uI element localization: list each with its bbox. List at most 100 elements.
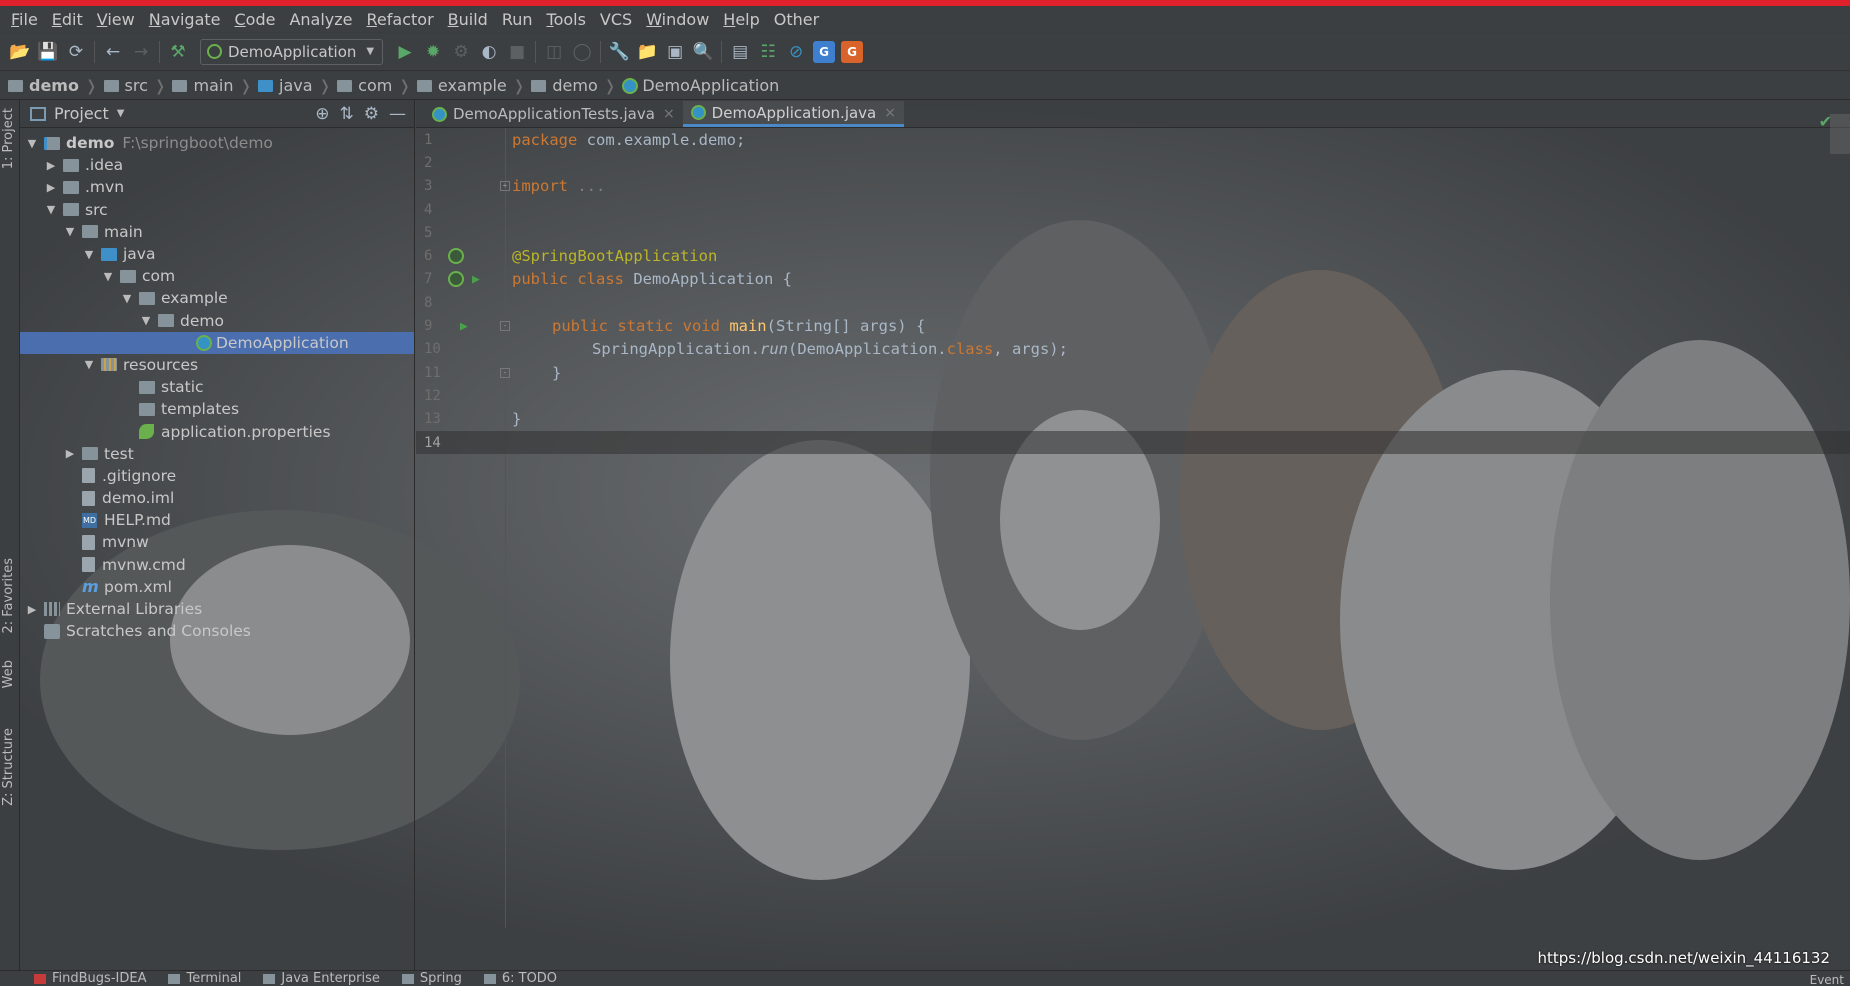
- tree-item[interactable]: static: [20, 376, 414, 398]
- hide-panel-icon[interactable]: —: [389, 104, 406, 124]
- attach-debugger-icon[interactable]: ◫: [540, 38, 568, 66]
- code-line[interactable]: 1 package com.example.demo;: [416, 128, 1850, 151]
- run-icon[interactable]: ▶: [391, 38, 419, 66]
- debug-icon[interactable]: ✹: [419, 38, 447, 66]
- code-line[interactable]: 11 -}: [416, 361, 1850, 384]
- code-area[interactable]: 1 package com.example.demo; 2 3 + import ... 4…: [416, 128, 1850, 455]
- code-line[interactable]: 13}: [416, 408, 1850, 431]
- tree-item[interactable]: MD HELP.md: [20, 509, 414, 531]
- code-line[interactable]: 8: [416, 291, 1850, 314]
- statistic-icon[interactable]: ☷: [754, 38, 782, 66]
- tree-item[interactable]: ▼ main: [20, 221, 414, 243]
- menu-item-file[interactable]: File: [4, 10, 45, 29]
- menu-item-build[interactable]: Build: [441, 10, 495, 29]
- menu-item-edit[interactable]: Edit: [45, 10, 90, 29]
- code-line[interactable]: 5: [416, 221, 1850, 244]
- code-line[interactable]: 14: [416, 430, 1850, 455]
- tree-item[interactable]: ▼ demo F:\springboot\demo: [20, 132, 414, 154]
- expanded-arrow-icon[interactable]: ▼: [81, 358, 97, 371]
- menu-item-analyze[interactable]: Analyze: [282, 10, 359, 29]
- run-gutter-icon[interactable]: ▶: [472, 272, 480, 287]
- menu-item-help[interactable]: Help: [716, 10, 766, 29]
- event-log-tab[interactable]: Event: [1810, 973, 1844, 986]
- project-structure-icon[interactable]: 📁: [633, 38, 661, 66]
- breadcrumb-item[interactable]: DemoApplication: [622, 76, 779, 95]
- no-entry-icon[interactable]: ⊘: [782, 38, 810, 66]
- close-icon[interactable]: ×: [884, 105, 896, 121]
- tree-item[interactable]: ▶ test: [20, 443, 414, 465]
- code-line[interactable]: 3 + import ...: [416, 175, 1850, 198]
- spring-bean-gutter-icon[interactable]: [448, 248, 464, 265]
- code-line[interactable]: 10 SpringApplication.run(DemoApplication.…: [416, 338, 1850, 361]
- tree-item[interactable]: Scratches and Consoles: [20, 620, 414, 642]
- tree-item[interactable]: templates: [20, 398, 414, 420]
- tree-item[interactable]: ▶ External Libraries: [20, 598, 414, 620]
- run-config-selector[interactable]: DemoApplication ▼: [200, 38, 384, 65]
- tree-item[interactable]: ▼ src: [20, 199, 414, 221]
- breadcrumb-item[interactable]: src: [103, 76, 148, 95]
- update-running-app-icon[interactable]: ◯: [568, 38, 596, 66]
- project-tool-tab[interactable]: 1: Project: [1, 108, 16, 169]
- menu-item-tools[interactable]: Tools: [540, 10, 593, 29]
- tree-item[interactable]: mvnw: [20, 531, 414, 553]
- tree-item[interactable]: ▼ example: [20, 287, 414, 309]
- expanded-arrow-icon[interactable]: ▼: [100, 270, 116, 283]
- open-folder-icon[interactable]: 📂: [6, 38, 34, 66]
- translate-replace-icon[interactable]: G: [841, 40, 864, 63]
- save-all-icon[interactable]: 💾: [34, 38, 62, 66]
- tree-item[interactable]: .gitignore: [20, 465, 414, 487]
- menu-item-navigate[interactable]: Navigate: [142, 10, 228, 29]
- expanded-arrow-icon[interactable]: ▼: [138, 314, 154, 327]
- structure-tool-tab[interactable]: Z: Structure: [1, 728, 16, 806]
- bottom-tool-tab[interactable]: FindBugs-IDEA: [34, 971, 146, 986]
- run-with-coverage-icon[interactable]: ⚙: [447, 38, 475, 66]
- close-icon[interactable]: ×: [663, 106, 675, 122]
- code-line[interactable]: 2: [416, 151, 1850, 174]
- collapsed-arrow-icon[interactable]: ▶: [62, 447, 78, 460]
- expanded-arrow-icon[interactable]: ▼: [119, 292, 135, 305]
- collapsed-arrow-icon[interactable]: ▶: [43, 181, 59, 194]
- expanded-arrow-icon[interactable]: ▼: [81, 248, 97, 261]
- chevron-down-icon[interactable]: ▼: [117, 108, 125, 119]
- spring-bean-gutter-icon[interactable]: [448, 271, 464, 288]
- bottom-tool-tab[interactable]: 6: TODO: [483, 971, 557, 986]
- breadcrumb-item[interactable]: main: [172, 76, 233, 95]
- code-line[interactable]: 9 ▶ - public static void main(String[] args…: [416, 314, 1850, 337]
- code-line[interactable]: 6 @SpringBootApplication: [416, 244, 1850, 267]
- code-line[interactable]: 4: [416, 198, 1850, 221]
- locate-target-icon[interactable]: ⊕: [315, 104, 329, 124]
- fold-marker-icon[interactable]: -: [500, 321, 510, 332]
- breadcrumb-item[interactable]: demo: [8, 76, 79, 95]
- collapsed-arrow-icon[interactable]: ▶: [24, 603, 40, 616]
- search-icon[interactable]: 🔍: [689, 38, 717, 66]
- run-gutter-icon[interactable]: ▶: [460, 319, 468, 334]
- fold-marker-icon[interactable]: -: [500, 367, 510, 378]
- collapse-all-icon[interactable]: ⇅: [340, 104, 354, 124]
- bottom-tool-tab[interactable]: Spring: [401, 971, 462, 986]
- tree-item[interactable]: demo.iml: [20, 487, 414, 509]
- expanded-arrow-icon[interactable]: ▼: [43, 203, 59, 216]
- menu-item-view[interactable]: View: [90, 10, 142, 29]
- menu-item-refactor[interactable]: Refactor: [360, 10, 441, 29]
- tree-item[interactable]: ▼ demo: [20, 310, 414, 332]
- menu-item-run[interactable]: Run: [495, 10, 540, 29]
- gear-icon[interactable]: ⚙: [364, 104, 379, 124]
- breadcrumb-item[interactable]: example: [416, 76, 507, 95]
- editor-tab[interactable]: DemoApplication.java ×: [682, 101, 904, 127]
- tree-item[interactable]: ▶ .mvn: [20, 176, 414, 198]
- tree-item[interactable]: DemoApplication: [20, 331, 414, 354]
- tree-item[interactable]: application.properties: [20, 420, 414, 442]
- expanded-arrow-icon[interactable]: ▼: [24, 137, 40, 150]
- breadcrumb-item[interactable]: java: [258, 76, 313, 95]
- tree-item[interactable]: ▼ java: [20, 243, 414, 265]
- error-stripe[interactable]: [1830, 114, 1850, 154]
- menu-item-code[interactable]: Code: [228, 10, 283, 29]
- editor-tab[interactable]: DemoApplicationTests.java ×: [424, 101, 683, 127]
- collapsed-arrow-icon[interactable]: ▶: [43, 159, 59, 172]
- profile-icon[interactable]: ◐: [475, 38, 503, 66]
- expanded-arrow-icon[interactable]: ▼: [62, 225, 78, 238]
- tree-item[interactable]: ▼ com: [20, 265, 414, 287]
- tree-item[interactable]: m pom.xml: [20, 576, 414, 598]
- code-line[interactable]: 7 ▶ public class DemoApplication {: [416, 268, 1850, 291]
- bottom-tool-tab[interactable]: Terminal: [168, 971, 241, 986]
